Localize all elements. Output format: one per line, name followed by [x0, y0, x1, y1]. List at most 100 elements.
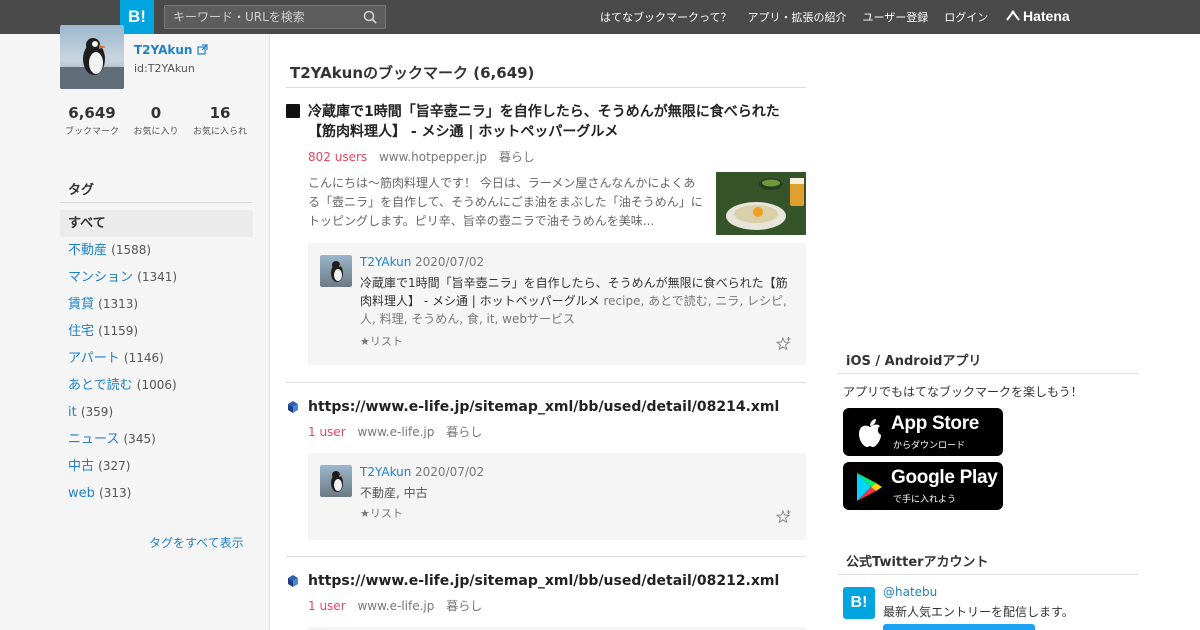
store-name: App Store [891, 413, 980, 434]
entry-title-link[interactable]: https://www.e-life.jp/sitemap_xml/bb/use… [308, 571, 802, 591]
show-all-tags-link[interactable]: タグをすべて表示 [149, 534, 244, 551]
tag-name: アパート [68, 351, 120, 366]
stat-favorites[interactable]: 0 お気に入り [124, 104, 188, 137]
bookmark-username-link[interactable]: T2YAkun [360, 255, 411, 269]
nav-login[interactable]: ログイン [944, 9, 988, 25]
nav-about[interactable]: はてなブックマークって？ [600, 9, 731, 25]
app-store-button[interactable]: App Store からダウンロード [843, 408, 1003, 456]
store-sub: からダウンロード [893, 441, 966, 451]
add-star-icon[interactable] [776, 336, 792, 352]
tag-item[interactable]: 住宅 (1159) [60, 318, 253, 345]
stat-bookmarks[interactable]: 6,649 ブックマーク [60, 104, 124, 137]
tag-item[interactable]: ニュース (345) [60, 426, 253, 453]
global-header: B! はてなブックマークって？ アプリ・拡張の紹介 ユーザー登録 ログイン Ha… [0, 0, 1200, 34]
category-link[interactable]: 暮らし [446, 425, 482, 439]
bookmark-tags[interactable]: 不動産, 中古 [360, 486, 428, 500]
entry-meta: 1 user www.e-life.jp 暮らし [308, 597, 482, 614]
tag-item[interactable]: web (313) [60, 480, 253, 507]
divider [286, 382, 806, 383]
store-sub: で手に入れよう [893, 495, 957, 505]
tag-count: (359) [80, 405, 114, 419]
tag-name: web [68, 486, 95, 501]
profile-stats: 6,649 ブックマーク 0 お気に入り 16 お気に入られ [60, 104, 252, 137]
divider [60, 202, 252, 203]
domain-link[interactable]: www.e-life.jp [357, 425, 434, 439]
bookmark-date-link[interactable]: 2020/07/02 [415, 255, 484, 269]
site-favicon-icon [286, 104, 300, 118]
store-name: Google Play [891, 467, 998, 488]
nav-signup[interactable]: ユーザー登録 [862, 9, 928, 25]
tag-count: (1006) [136, 378, 177, 392]
entry-title-link[interactable]: 冷蔵庫で1時間「旨辛壺ニラ」を自作したら、そうめんが無限に食べられた【筋肉料理人… [308, 102, 802, 142]
tag-item[interactable]: アパート (1146) [60, 345, 253, 372]
users-count-link[interactable]: 1 user [308, 425, 346, 439]
divider [286, 87, 806, 88]
bookmark-entry: 冷蔵庫で1時間「旨辛壺ニラ」を自作したら、そうめんが無限に食べられた【筋肉料理人… [286, 102, 806, 372]
external-link-icon [197, 44, 208, 55]
divider [838, 574, 1138, 575]
twitter-follow-button[interactable] [883, 624, 1035, 630]
tag-name: it [68, 405, 77, 420]
twitter-heading: 公式Twitterアカウント [846, 555, 989, 570]
add-to-list-button[interactable]: ★リスト [360, 333, 403, 349]
entry-thumbnail[interactable] [716, 172, 806, 235]
users-count-link[interactable]: 1 user [308, 599, 346, 613]
twitter-handle-link[interactable]: @hatebu [883, 585, 937, 599]
tag-name: ニュース [68, 432, 120, 447]
bookmark-username-link[interactable]: T2YAkun [360, 465, 411, 479]
entry-meta: 1 user www.e-life.jp 暮らし [308, 423, 482, 440]
stat-followers[interactable]: 16 お気に入られ [188, 104, 252, 137]
tag-count: (1313) [98, 297, 139, 311]
stat-label: お気に入り [133, 127, 179, 137]
tag-item[interactable]: 賃貸 (1313) [60, 291, 253, 318]
bookmark-comment: 冷蔵庫で1時間「旨辛壺ニラ」を自作したら、そうめんが無限に食べられた【筋肉料理人… [360, 274, 796, 328]
search-input[interactable] [173, 6, 353, 28]
category-link[interactable]: 暮らし [446, 599, 482, 613]
site-favicon-icon [288, 575, 298, 587]
profile-username-label: T2YAkun [134, 43, 193, 57]
stat-value: 16 [209, 104, 231, 122]
tag-item-all[interactable]: すべて [60, 210, 253, 237]
tag-heading: タグ [68, 183, 95, 198]
profile-id: id:T2YAkun [134, 62, 195, 75]
category-link[interactable]: 暮らし [499, 150, 535, 164]
avatar[interactable] [320, 465, 352, 497]
tag-count: (1341) [137, 270, 178, 284]
tag-name: あとで読む [68, 378, 133, 393]
hatena-brand-label: Hatena [1023, 8, 1070, 24]
domain-link[interactable]: www.hotpepper.jp [379, 150, 487, 164]
tag-item[interactable]: it (359) [60, 399, 253, 426]
tag-name: 住宅 [68, 324, 95, 339]
bookmark-date-link[interactable]: 2020/07/02 [415, 465, 484, 479]
google-play-button[interactable]: Google Play で手に入れよう [843, 462, 1003, 510]
tag-item[interactable]: 中古 (327) [60, 453, 253, 480]
hatena-brand[interactable]: Hatena [1006, 8, 1070, 24]
domain-link[interactable]: www.e-life.jp [357, 599, 434, 613]
tag-count: (1588) [111, 243, 152, 257]
hatebu-logo[interactable]: B! [843, 587, 875, 619]
hatebu-logo[interactable]: B! [120, 0, 154, 34]
apps-heading: iOS / Androidアプリ [846, 354, 982, 369]
entry-title-link[interactable]: https://www.e-life.jp/sitemap_xml/bb/use… [308, 397, 802, 417]
bookmark-comment: 不動産, 中古 [360, 484, 796, 502]
add-star-icon[interactable] [776, 509, 792, 525]
search-icon[interactable] [363, 10, 377, 24]
profile-username[interactable]: T2YAkun [134, 43, 208, 57]
nav-apps[interactable]: アプリ・拡張の紹介 [747, 9, 846, 25]
google-play-icon [857, 473, 882, 501]
tag-name: 不動産 [68, 243, 108, 258]
stat-value: 6,649 [68, 104, 116, 122]
divider [838, 373, 1138, 374]
bookmark-entry: https://www.e-life.jp/sitemap_xml/bb/use… [286, 397, 806, 547]
avatar[interactable] [320, 255, 352, 287]
tag-item[interactable]: マンション (1341) [60, 264, 253, 291]
page-title: T2YAkunのブックマーク (6,649) [290, 64, 535, 82]
add-to-list-button[interactable]: ★リスト [360, 505, 403, 521]
tag-count: (1159) [98, 324, 139, 338]
tag-item[interactable]: あとで読む (1006) [60, 372, 253, 399]
avatar[interactable] [60, 25, 124, 89]
bookmark-entry: https://www.e-life.jp/sitemap_xml/bb/use… [286, 571, 806, 630]
users-count-link[interactable]: 802 users [308, 150, 367, 164]
tag-count: (313) [99, 486, 132, 500]
tag-item[interactable]: 不動産 (1588) [60, 237, 253, 264]
